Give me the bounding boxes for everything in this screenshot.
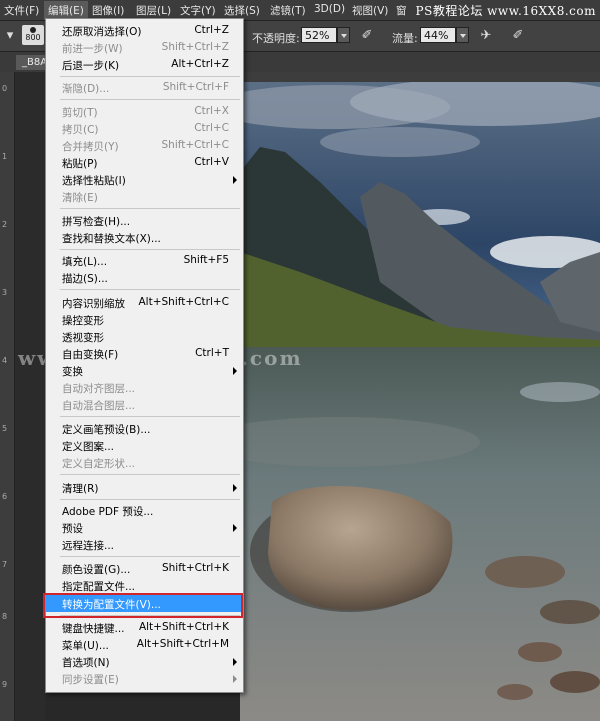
submenu-arrow-icon [233, 176, 237, 184]
submenu-arrow-icon [233, 484, 237, 492]
ruler-label: 7 [2, 560, 8, 569]
menu-item-define-custom-shape[interactable]: 定义自定形状... [46, 454, 243, 471]
menu-item-fade[interactable]: 渐隐(D)... Shift+Ctrl+F [46, 79, 243, 96]
flow-label: 流量: [392, 32, 418, 45]
menu-type[interactable]: 文字(Y) [180, 3, 216, 18]
menu-item-cut[interactable]: 剪切(T) Ctrl+X [46, 103, 243, 120]
canvas-photo[interactable] [240, 82, 600, 721]
annotation-highlight-box [43, 593, 243, 618]
brush-size-picker[interactable]: 800 [22, 25, 44, 45]
landscape-image [240, 82, 600, 721]
menu-item-color-settings[interactable]: 颜色设置(G)... Shift+Ctrl+K [46, 560, 243, 577]
menu-item-undo[interactable]: 还原取消选择(O) Ctrl+Z [46, 22, 243, 39]
menu-item-purge[interactable]: 清理(R) [46, 479, 243, 496]
menu-item-preferences[interactable]: 首选项(N) [46, 653, 243, 670]
menu-item-auto-align-layers[interactable]: 自动对齐图层... [46, 379, 243, 396]
menu-item-menus[interactable]: 菜单(U)... Alt+Shift+Ctrl+M [46, 636, 243, 653]
menu-item-step-forward[interactable]: 前进一步(W) Shift+Ctrl+Z [46, 39, 243, 56]
ruler-label: 0 [2, 84, 8, 93]
pressure-size-icon[interactable]: ✐ [510, 28, 526, 44]
menu-separator [60, 249, 240, 250]
flow-dropdown[interactable] [456, 27, 469, 43]
menu-item-check-spelling[interactable]: 拼写检查(H)... [46, 212, 243, 229]
menu-item-assign-profile[interactable]: 指定配置文件... [46, 577, 243, 594]
menu-separator [60, 289, 240, 290]
vertical-ruler: 0 1 2 3 4 5 6 7 8 9 [0, 72, 15, 721]
edit-menu-dropdown: 还原取消选择(O) Ctrl+Z 前进一步(W) Shift+Ctrl+Z 后退一步… [45, 18, 244, 693]
menu-separator [60, 556, 240, 557]
menu-item-copy-merged[interactable]: 合并拷贝(Y) Shift+Ctrl+C [46, 137, 243, 154]
menu-item-perspective-warp[interactable]: 透视变形 [46, 328, 243, 345]
ruler-label: 2 [2, 220, 8, 229]
menu-item-puppet-warp[interactable]: 操控变形 [46, 311, 243, 328]
menu-item-free-transform[interactable]: 自由变换(F) Ctrl+T [46, 345, 243, 362]
menu-separator [60, 99, 240, 100]
menu-image[interactable]: 图像(I) [92, 3, 124, 18]
menu-item-auto-blend-layers[interactable]: 自动混合图层... [46, 396, 243, 413]
submenu-arrow-icon [233, 524, 237, 532]
submenu-arrow-icon [233, 367, 237, 375]
menu-item-paste[interactable]: 粘贴(P) Ctrl+V [46, 154, 243, 171]
submenu-arrow-icon [233, 658, 237, 666]
menu-item-stroke[interactable]: 描边(S)... [46, 269, 243, 286]
ruler-label: 9 [2, 680, 8, 689]
flow-input[interactable]: 44% [420, 27, 456, 43]
opacity-label: 不透明度: [252, 32, 300, 45]
opacity-dropdown[interactable] [337, 27, 350, 43]
menu-file[interactable]: 文件(F) [4, 3, 39, 18]
ruler-label: 1 [2, 152, 8, 161]
menu-item-content-aware-scale[interactable]: 内容识别缩放 Alt+Shift+Ctrl+C [46, 294, 243, 311]
menu-layer[interactable]: 图层(L) [136, 3, 171, 18]
menu-item-define-pattern[interactable]: 定义图案... [46, 437, 243, 454]
menu-item-presets[interactable]: 预设 [46, 519, 243, 536]
menu-item-fill[interactable]: 填充(L)... Shift+F5 [46, 252, 243, 269]
menu-item-define-brush[interactable]: 定义画笔预设(B)... [46, 420, 243, 437]
pressure-opacity-icon[interactable]: ✐ [359, 28, 375, 44]
site-watermark: PS教程论坛 www.16XX8.com [415, 4, 596, 18]
menu-item-keyboard-shortcuts[interactable]: 键盘快捷键... Alt+Shift+Ctrl+K [46, 619, 243, 636]
ruler-label: 4 [2, 356, 8, 365]
ruler-label: 6 [2, 492, 8, 501]
ruler-label: 5 [2, 424, 8, 433]
menu-select[interactable]: 选择(S) [224, 3, 260, 18]
menu-separator [60, 499, 240, 500]
menu-filter[interactable]: 滤镜(T) [270, 3, 306, 18]
menu-item-remote-connections[interactable]: 远程连接... [46, 536, 243, 553]
menu-separator [60, 76, 240, 77]
menu-separator [60, 416, 240, 417]
menu-3d[interactable]: 3D(D) [314, 3, 345, 15]
airbrush-icon[interactable]: ✈ [478, 28, 494, 44]
menu-window[interactable]: 窗 [396, 3, 407, 18]
ruler-label: 3 [2, 288, 8, 297]
menu-item-sync-settings[interactable]: 同步设置(E) [46, 670, 243, 687]
ruler-label: 8 [2, 612, 8, 621]
menu-item-step-backward[interactable]: 后退一步(K) Alt+Ctrl+Z [46, 56, 243, 73]
menu-item-adobe-pdf-presets[interactable]: Adobe PDF 预设... [46, 502, 243, 519]
canvas-pasteboard [15, 72, 45, 721]
opacity-input[interactable]: 52% [301, 27, 337, 43]
brush-size-value: 800 [25, 33, 41, 42]
menu-view[interactable]: 视图(V) [352, 3, 388, 18]
menu-separator [60, 208, 240, 209]
menu-separator [60, 474, 240, 475]
menu-item-copy[interactable]: 拷贝(C) Ctrl+C [46, 120, 243, 137]
tool-preset-dropdown-icon[interactable]: ▾ [2, 28, 18, 44]
menu-item-transform[interactable]: 变换 [46, 362, 243, 379]
submenu-arrow-icon [233, 675, 237, 683]
menu-item-find-replace[interactable]: 查找和替换文本(X)... [46, 229, 243, 246]
menu-item-paste-special[interactable]: 选择性粘贴(I) [46, 171, 243, 188]
menu-item-clear[interactable]: 清除(E) [46, 188, 243, 205]
